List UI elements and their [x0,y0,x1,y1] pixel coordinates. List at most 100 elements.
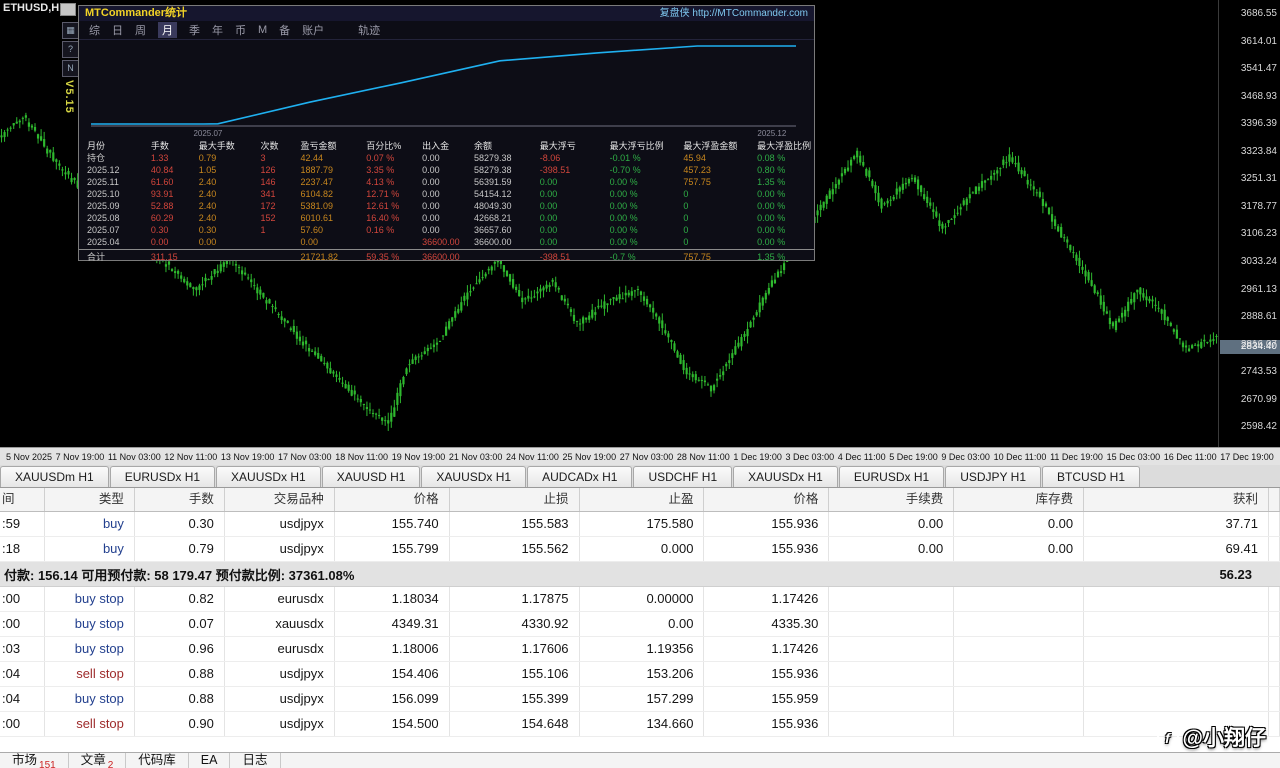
terminal-order-row[interactable]: :00sell stop0.90usdjpyx154.500154.648134… [0,712,1280,737]
stats-cell: 0.00 [414,200,466,212]
terminal-col-header[interactable]: 手数 [135,487,225,511]
time-axis[interactable]: 5 Nov 20257 Nov 19:0011 Nov 03:0012 Nov … [0,447,1280,465]
stats-menu-item-月[interactable]: 月 [158,22,177,38]
stats-cell: 52.88 [143,200,191,212]
terminal-col-header[interactable]: 价格 [704,487,829,511]
chart-tab-audcadx-h1[interactable]: AUDCADx H1 [527,466,632,487]
terminal-cell [829,662,954,686]
stats-panel-titlebar[interactable]: MTCommander统计 复盘侠 http://MTCommander.com [79,6,814,21]
chart-tab-eurusdx-h1[interactable]: EURUSDx H1 [110,466,215,487]
stats-menu-item-年[interactable]: 年 [212,22,223,38]
terminal-col-header[interactable]: 库存费 [954,487,1084,511]
terminal-cell: 157.299 [580,687,705,711]
stats-cell: 0.00 [532,236,602,248]
terminal-col-header[interactable] [1269,487,1280,511]
time-axis-label: 15 Dec 03:00 [1107,452,1161,462]
stats-menu-item-季[interactable]: 季 [189,22,200,38]
terminal-cell: 0.000 [580,537,705,561]
stats-cell: 0.00 [414,224,466,236]
stats-menu-item-日[interactable]: 日 [112,22,123,38]
chart-tab-xauusdm-h1[interactable]: XAUUSDm H1 [0,466,109,487]
terminal-col-header[interactable]: 止损 [450,487,580,511]
terminal-cell [1269,612,1280,636]
stats-menu-item-周[interactable]: 周 [135,22,146,38]
terminal-col-header[interactable]: 类型 [45,487,135,511]
terminal-col-header[interactable]: 交易品种 [225,487,335,511]
price-axis[interactable]: 2834.40 3686.553614.013541.473468.933396… [1218,0,1280,447]
stats-menu-item-轨迹[interactable]: 轨迹 [358,22,380,38]
terminal-cell: 155.959 [704,687,829,711]
stats-cell: 2025.08 [79,212,143,224]
terminal-cell: :04 [0,662,45,686]
stats-menu-item-账户[interactable]: 账户 [302,22,324,38]
terminal-header-row: 间类型手数交易品种价格止损止盈价格手续费库存费获利 [0,487,1280,512]
stats-cell [253,236,293,248]
chart-window-button[interactable] [60,3,76,16]
stats-cell: 48049.30 [466,200,532,212]
terminal-cell: 0.88 [135,687,225,711]
bottom-tab-文章[interactable]: 文章2 [69,753,127,768]
stats-menu-item-综[interactable]: 综 [89,22,100,38]
stats-cell: 0.00 [414,176,466,188]
terminal-cell: 156.099 [335,687,450,711]
terminal-order-row[interactable]: :04buy stop0.88usdjpyx156.099155.399157.… [0,687,1280,712]
terminal-col-header[interactable]: 间 [0,487,45,511]
stats-cell: 0.00 [532,212,602,224]
stats-menu-item-币[interactable]: 币 [235,22,246,38]
panel-help-icon[interactable]: ? [62,41,79,58]
terminal-order-row[interactable]: :59buy0.30usdjpyx155.740155.583175.58015… [0,512,1280,537]
terminal-order-row[interactable]: :00buy stop0.82eurusdx1.180341.178750.00… [0,587,1280,612]
terminal-cell [829,687,954,711]
stats-panel-brand-link[interactable]: 复盘侠 http://MTCommander.com [660,6,808,21]
time-axis-label: 7 Nov 19:00 [56,452,105,462]
stats-cell: 0.00 [143,236,191,248]
terminal-order-row[interactable]: :00buy stop0.07xauusdx4349.314330.920.00… [0,612,1280,637]
chart-tab-xauusdx-h1[interactable]: XAUUSDx H1 [421,466,526,487]
terminal-col-header[interactable]: 手续费 [829,487,954,511]
stats-cell: 1.33 [143,152,191,164]
price-axis-label: 3614.01 [1241,36,1277,47]
terminal-col-header[interactable]: 价格 [335,487,450,511]
chart-tab-usdjpy-h1[interactable]: USDJPY H1 [945,466,1041,487]
price-axis-label: 2888.61 [1241,311,1277,322]
terminal-order-row[interactable]: :03buy stop0.96eurusdx1.180061.176061.19… [0,637,1280,662]
stats-menu-item-M[interactable]: M [258,24,267,36]
chart-tab-xauusd-h1[interactable]: XAUUSD H1 [322,466,421,487]
equity-x-label: 2025.12 [757,129,786,138]
price-axis-label: 2670.99 [1241,394,1277,405]
account-summary-row[interactable]: 付款: 156.14 可用预付款: 58 179.47 预付款比例: 37361… [0,562,1280,587]
bottom-tab-代码库[interactable]: 代码库 [126,753,189,768]
chart-tab-xauusdx-h1[interactable]: XAUUSDx H1 [216,466,321,487]
terminal-col-header[interactable]: 获利 [1084,487,1269,511]
stats-col-header: 盈亏金额 [292,140,358,152]
terminal-order-row[interactable]: :04sell stop0.88usdjpyx154.406155.106153… [0,662,1280,687]
terminal-cell [1269,662,1280,686]
stats-cell: 0.00 [532,224,602,236]
stats-col-header: 手数 [143,140,191,152]
terminal-col-header[interactable]: 止盈 [580,487,705,511]
bottom-tab-市场[interactable]: 市场151 [0,753,69,768]
order-type-cell: sell stop [45,662,135,686]
bottom-tab-EA[interactable]: EA [189,753,231,768]
chart-tab-xauusdx-h1[interactable]: XAUUSDx H1 [733,466,838,487]
stats-cell: 12.71 % [358,188,414,200]
stats-cell [466,251,532,263]
chart-tab-btcusd-h1[interactable]: BTCUSD H1 [1042,466,1140,487]
chart-tab-usdchf-h1[interactable]: USDCHF H1 [633,466,732,487]
price-axis-label: 2816.07 [1241,339,1277,350]
terminal-cell [1269,537,1280,561]
stats-cell: 0 [675,224,749,236]
terminal-cell: 153.206 [580,662,705,686]
chart-tab-eurusdx-h1[interactable]: EURUSDx H1 [839,466,944,487]
terminal-cell: 134.660 [580,712,705,736]
stats-cell: -0.7 % [602,251,676,263]
bottom-tab-日志[interactable]: 日志 [230,753,280,768]
terminal-order-row[interactable]: :18buy0.79usdjpyx155.799155.5620.000155.… [0,537,1280,562]
mtcommander-stats-panel[interactable]: MTCommander统计 复盘侠 http://MTCommander.com… [78,5,815,261]
price-axis-label: 3106.23 [1241,228,1277,239]
stats-menu-item-备[interactable]: 备 [279,22,290,38]
panel-chart-icon[interactable]: ▦ [62,22,79,39]
terminal-cell: 175.580 [580,512,705,536]
panel-note-icon[interactable]: N [62,60,79,77]
terminal-cell: 4349.31 [335,612,450,636]
